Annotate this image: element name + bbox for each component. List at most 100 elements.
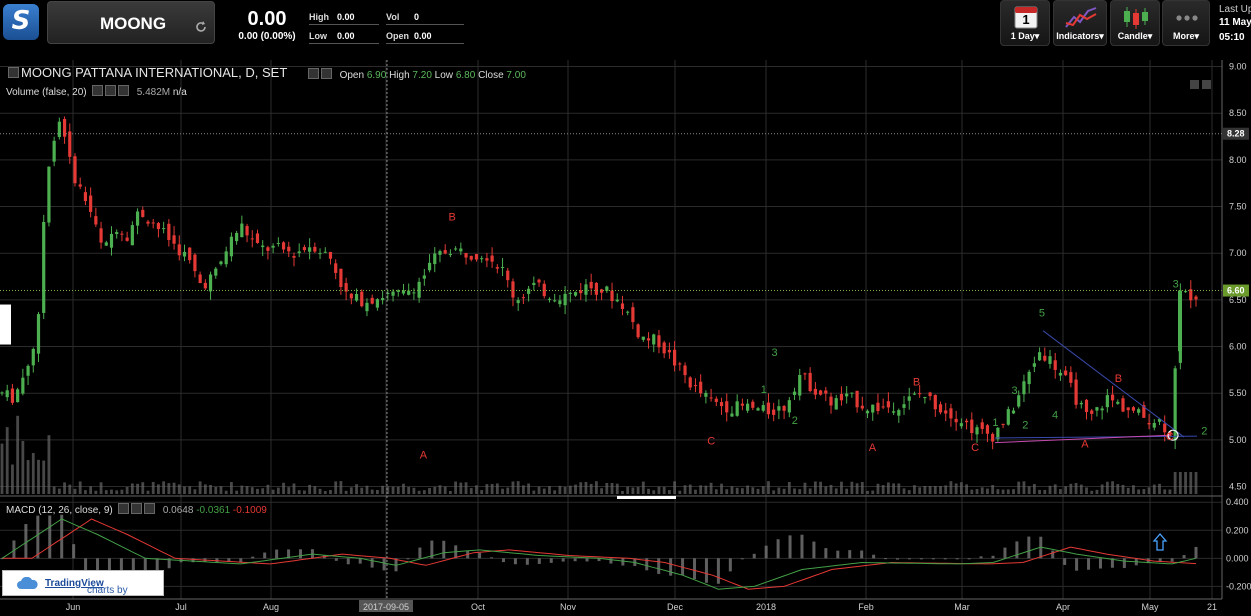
candle-body <box>798 374 802 396</box>
eye-icon[interactable] <box>308 68 319 79</box>
time-tick-label: 2017-09-05 <box>363 602 409 612</box>
volume-bar <box>256 488 259 494</box>
pane-resize-handle[interactable] <box>617 496 676 499</box>
candle-body <box>422 275 426 279</box>
candle-body <box>135 211 140 226</box>
candle-body <box>813 388 817 395</box>
volume-bar <box>850 481 854 494</box>
volume-bar <box>652 490 656 494</box>
candle-body <box>719 402 724 407</box>
volume-bar <box>490 483 494 494</box>
time-tick-label: Oct <box>471 602 486 612</box>
volume-bar <box>167 483 171 494</box>
volume-bar <box>230 481 233 494</box>
volume-bar <box>177 484 181 494</box>
candle-body <box>302 247 307 251</box>
volume-bar <box>996 489 1000 494</box>
candle-body <box>563 293 567 306</box>
pane-controls[interactable] <box>1190 80 1211 92</box>
candle-body <box>1110 394 1115 401</box>
settings-icon[interactable] <box>131 503 143 514</box>
candle-body <box>1079 402 1083 405</box>
price-tick-label: 5.00 <box>1229 435 1247 445</box>
volume-value: 5.482M <box>136 87 171 98</box>
candle-body <box>271 245 275 248</box>
volume-bar <box>412 487 416 494</box>
volume-bar <box>1168 489 1172 494</box>
volume-bar <box>407 487 411 494</box>
volume-bar <box>104 490 108 494</box>
candle-body <box>109 233 114 248</box>
volume-bar <box>756 488 760 494</box>
eye-icon[interactable] <box>92 85 104 96</box>
candle-body <box>464 253 468 258</box>
volume-bar <box>574 484 577 494</box>
volume-bar <box>579 482 583 494</box>
candle-body <box>16 389 20 403</box>
collapse-icon[interactable] <box>8 67 19 78</box>
volume-bar <box>42 460 46 494</box>
move-down-icon[interactable] <box>1190 80 1199 89</box>
macd-histogram-bar <box>931 558 935 560</box>
candle-body <box>516 300 520 304</box>
volume-bar <box>855 483 859 494</box>
candle-body <box>865 410 870 414</box>
macd-histogram-bar <box>967 558 971 560</box>
volume-bar <box>949 481 953 494</box>
candle-body <box>68 131 72 157</box>
wave-label: A <box>1081 438 1089 450</box>
volume-bar <box>78 481 82 494</box>
tradingview-credit[interactable]: charts by TradingView <box>2 570 164 596</box>
candle-body <box>130 225 134 246</box>
volume-bar <box>1116 484 1120 494</box>
volume-bar <box>694 489 697 494</box>
close-icon[interactable] <box>118 85 130 96</box>
macd-histogram-bar <box>549 558 553 563</box>
macd-histogram-bar <box>669 558 673 576</box>
candle-body <box>871 404 875 413</box>
volume-bar <box>667 490 671 494</box>
candle-body <box>787 400 791 413</box>
volume-bar <box>459 482 463 494</box>
candle-body <box>678 363 682 365</box>
volume-bar <box>641 481 645 494</box>
volume-bar <box>339 481 343 494</box>
candle-body <box>73 156 77 184</box>
eye-icon[interactable] <box>118 503 130 514</box>
macd-histogram-bar <box>1170 558 1174 562</box>
volume-bar <box>793 488 796 494</box>
candle-body <box>198 274 202 284</box>
candle-body <box>673 349 677 366</box>
macd-histogram-bar <box>1087 558 1091 570</box>
macd-value-2: -0.0361 <box>196 505 231 516</box>
chart-title: MOONG PATTANA INTERNATIONAL, D, SET <box>8 65 287 80</box>
volume-bar <box>1059 489 1062 494</box>
volume-bar <box>21 440 25 494</box>
volume-bar <box>130 483 134 494</box>
volume-bar <box>787 481 791 494</box>
wave-label: 3 <box>1011 385 1017 397</box>
candle-body <box>808 372 812 392</box>
macd-histogram-bar <box>884 558 888 560</box>
candle-body <box>803 373 807 375</box>
settings-icon[interactable] <box>321 68 332 79</box>
macd-histogram-bar <box>955 558 959 560</box>
macd-histogram-bar <box>24 524 28 559</box>
candle-body <box>203 282 207 289</box>
candle-body <box>626 311 630 313</box>
volume-bar <box>527 483 531 494</box>
close-icon[interactable] <box>144 503 156 514</box>
volume-bar <box>1074 483 1078 494</box>
candle-body <box>1043 355 1047 361</box>
price-chart[interactable]: A B C 3 1 2 A B C 1 2 3 4 5 A B C 2 3 9.00 8.50 8.00 7.50 7.00… <box>0 0 1251 616</box>
volume-bar <box>438 485 442 494</box>
volume-bar <box>63 482 66 494</box>
volume-bar <box>334 481 338 494</box>
settings-icon[interactable] <box>105 85 117 96</box>
volume-bar <box>928 486 932 494</box>
volume-bar <box>954 483 958 494</box>
price-badge-label: 8.28 <box>1227 129 1245 139</box>
time-tick-label: Jun <box>66 602 81 612</box>
volume-bar <box>52 486 56 494</box>
maximize-icon[interactable] <box>1202 80 1211 89</box>
